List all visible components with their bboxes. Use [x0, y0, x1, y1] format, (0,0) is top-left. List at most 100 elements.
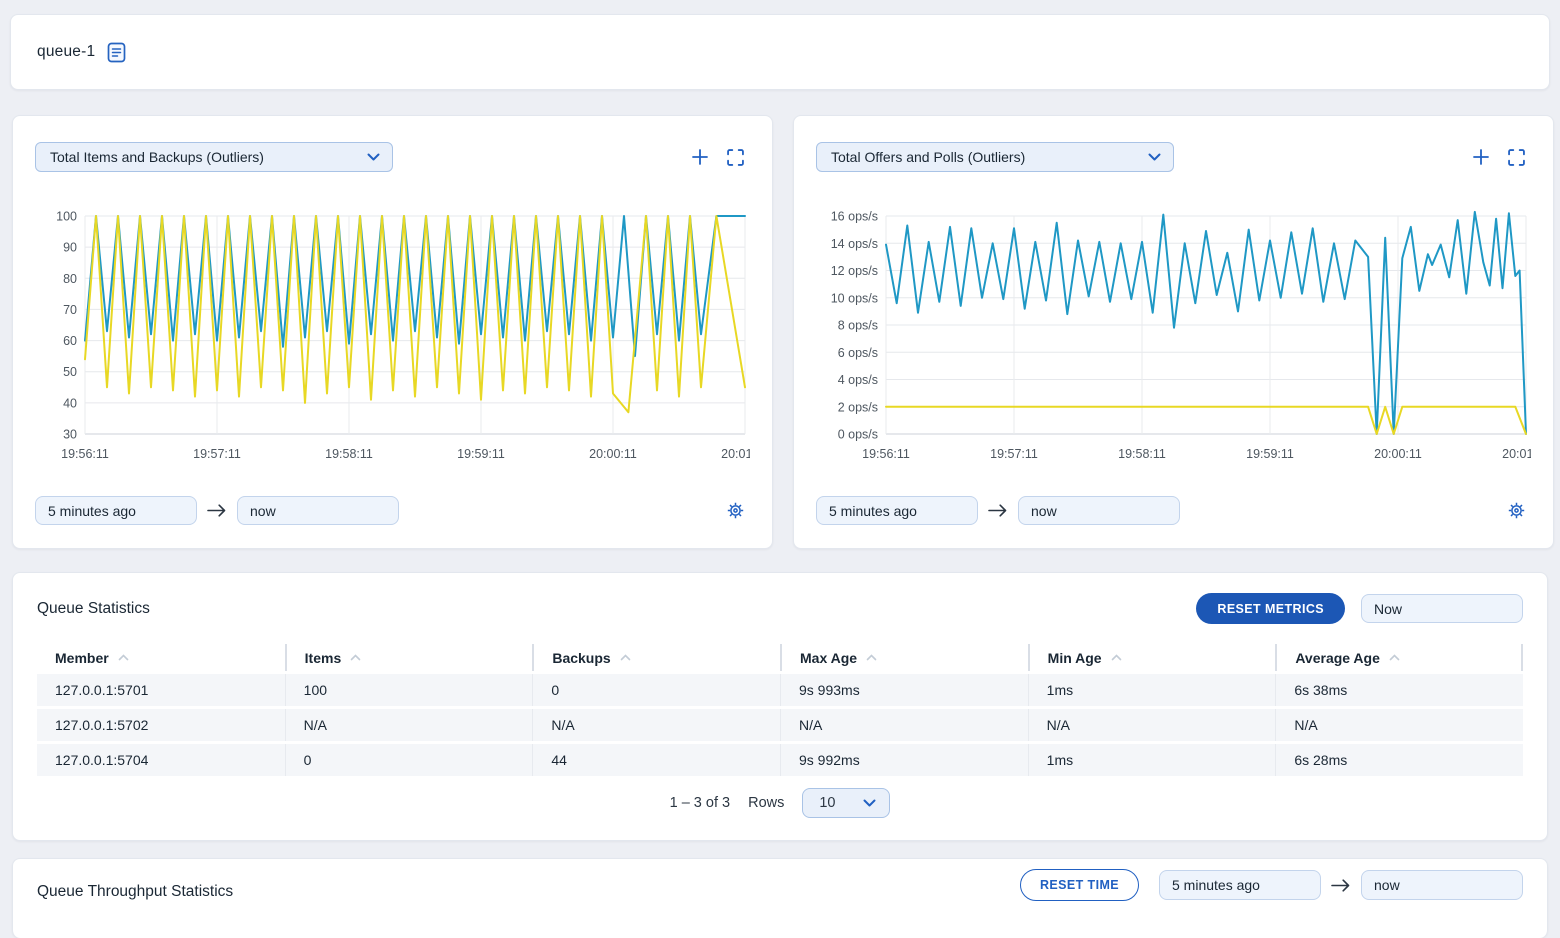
column-label: Min Age: [1048, 650, 1102, 666]
svg-text:70: 70: [63, 303, 77, 317]
chart-card-offers-polls: Total Offers and Polls (Outliers) 0 ops/…: [793, 115, 1554, 549]
chevron-down-icon: [367, 153, 380, 161]
sort-icon: [866, 654, 877, 661]
pagination: 1 – 3 of 3 Rows 10: [37, 788, 1523, 818]
arrow-right-icon: [207, 503, 227, 518]
svg-text:19:56:11: 19:56:11: [61, 447, 109, 461]
column-label: Max Age: [800, 650, 857, 666]
fullscreen-icon[interactable]: [727, 149, 744, 166]
arrow-right-icon: [988, 503, 1008, 518]
table-cell: N/A: [1275, 709, 1523, 741]
table-cell: N/A: [1028, 709, 1276, 741]
table-cell: 1ms: [1028, 674, 1276, 706]
svg-text:8 ops/s: 8 ops/s: [838, 319, 878, 333]
column-header-items[interactable]: Items: [285, 644, 533, 671]
reset-metrics-button[interactable]: RESET METRICS: [1196, 593, 1345, 624]
section-title: Queue Throughput Statistics: [37, 883, 233, 901]
rows-per-page-value: 10: [819, 795, 835, 811]
column-header-backups[interactable]: Backups: [532, 644, 780, 671]
sort-icon: [350, 654, 361, 661]
fullscreen-icon[interactable]: [1508, 149, 1525, 166]
metric-select-label: Total Items and Backups (Outliers): [50, 149, 264, 165]
svg-text:90: 90: [63, 241, 77, 255]
rows-label: Rows: [748, 795, 784, 811]
svg-text:16 ops/s: 16 ops/s: [831, 210, 878, 224]
table-cell: 0: [285, 744, 533, 776]
offers-polls-chart: 0 ops/s 2 ops/s 4 ops/s 6 ops/s 8 ops/s 10 op…: [816, 204, 1531, 472]
gear-icon[interactable]: [727, 502, 744, 519]
svg-text:4 ops/s: 4 ops/s: [838, 373, 878, 387]
svg-text:0 ops/s: 0 ops/s: [838, 428, 878, 442]
column-label: Backups: [552, 650, 610, 666]
chart-card-items-backups: Total Items and Backups (Outliers) 30405…: [12, 115, 773, 549]
queue-statistics-section: Queue Statistics RESET METRICS MemberIte…: [12, 572, 1548, 841]
add-chart-button[interactable]: [691, 148, 709, 166]
svg-text:19:56:11: 19:56:11: [862, 447, 910, 461]
table-cell: 100: [285, 674, 533, 706]
time-from-input[interactable]: [35, 496, 197, 525]
table-cell: 9s 992ms: [780, 744, 1028, 776]
svg-text:2 ops/s: 2 ops/s: [838, 400, 878, 414]
document-icon[interactable]: [107, 42, 126, 63]
svg-text:6 ops/s: 6 ops/s: [838, 346, 878, 360]
series-offers: [886, 212, 1526, 434]
table-cell: 127.0.0.1:5702: [37, 709, 285, 741]
items-backups-chart: 3040506070809010019:56:1119:57:1119:58:1…: [35, 204, 750, 472]
column-header-max-age[interactable]: Max Age: [780, 644, 1028, 671]
table-cell: 127.0.0.1:5704: [37, 744, 285, 776]
metric-select-items-backups[interactable]: Total Items and Backups (Outliers): [35, 142, 393, 172]
svg-text:20:01:11: 20:01:11: [721, 447, 750, 461]
time-from-input[interactable]: [1159, 870, 1321, 900]
svg-text:80: 80: [63, 272, 77, 286]
svg-text:20:00:11: 20:00:11: [1374, 447, 1422, 461]
table-cell: N/A: [532, 709, 780, 741]
sort-icon: [1111, 654, 1122, 661]
table-row[interactable]: 127.0.0.1:5702N/AN/AN/AN/AN/A: [37, 709, 1523, 741]
time-to-input[interactable]: [237, 496, 399, 525]
table-cell: N/A: [780, 709, 1028, 741]
table-cell: 1ms: [1028, 744, 1276, 776]
page-title: queue-1: [37, 43, 95, 61]
table-cell: 6s 28ms: [1275, 744, 1523, 776]
gear-icon[interactable]: [1508, 502, 1525, 519]
series-backups: [85, 216, 745, 412]
svg-text:20:01:11: 20:01:11: [1502, 447, 1531, 461]
svg-text:19:58:11: 19:58:11: [1118, 447, 1166, 461]
svg-text:12 ops/s: 12 ops/s: [831, 264, 878, 278]
column-header-average-age[interactable]: Average Age: [1275, 644, 1523, 671]
column-header-member[interactable]: Member: [37, 644, 285, 671]
svg-text:19:58:11: 19:58:11: [325, 447, 373, 461]
table-cell: 9s 993ms: [780, 674, 1028, 706]
svg-text:60: 60: [63, 334, 77, 348]
sort-icon: [1389, 654, 1400, 661]
queue-statistics-table: Member Items Backups Max Age Min Age Average …: [37, 644, 1523, 776]
svg-text:14 ops/s: 14 ops/s: [831, 237, 878, 251]
time-to-input[interactable]: [1018, 496, 1180, 525]
reset-time-button[interactable]: RESET TIME: [1020, 869, 1139, 901]
svg-text:50: 50: [63, 365, 77, 379]
svg-text:100: 100: [56, 210, 77, 224]
page-header: queue-1: [10, 14, 1550, 90]
metric-select-label: Total Offers and Polls (Outliers): [831, 149, 1025, 165]
table-cell: 6s 38ms: [1275, 674, 1523, 706]
table-row[interactable]: 127.0.0.1:570110009s 993ms1ms6s 38ms: [37, 674, 1523, 706]
svg-text:19:59:11: 19:59:11: [457, 447, 505, 461]
table-header-row: Member Items Backups Max Age Min Age Average …: [37, 644, 1523, 671]
time-to-input[interactable]: [1361, 870, 1523, 900]
stats-time-input[interactable]: [1361, 594, 1523, 623]
table-cell: 127.0.0.1:5701: [37, 674, 285, 706]
metric-select-offers-polls[interactable]: Total Offers and Polls (Outliers): [816, 142, 1174, 172]
rows-per-page-select[interactable]: 10: [802, 788, 890, 818]
sort-icon: [620, 654, 631, 661]
column-header-min-age[interactable]: Min Age: [1028, 644, 1276, 671]
table-row[interactable]: 127.0.0.1:57040449s 992ms1ms6s 28ms: [37, 744, 1523, 776]
time-from-input[interactable]: [816, 496, 978, 525]
add-chart-button[interactable]: [1472, 148, 1490, 166]
svg-text:10 ops/s: 10 ops/s: [831, 291, 878, 305]
column-label: Items: [305, 650, 342, 666]
table-cell: N/A: [285, 709, 533, 741]
svg-text:40: 40: [63, 396, 77, 410]
table-cell: 0: [532, 674, 780, 706]
chevron-down-icon: [863, 799, 876, 807]
queue-throughput-section: Queue Throughput Statistics RESET TIME: [12, 858, 1548, 938]
